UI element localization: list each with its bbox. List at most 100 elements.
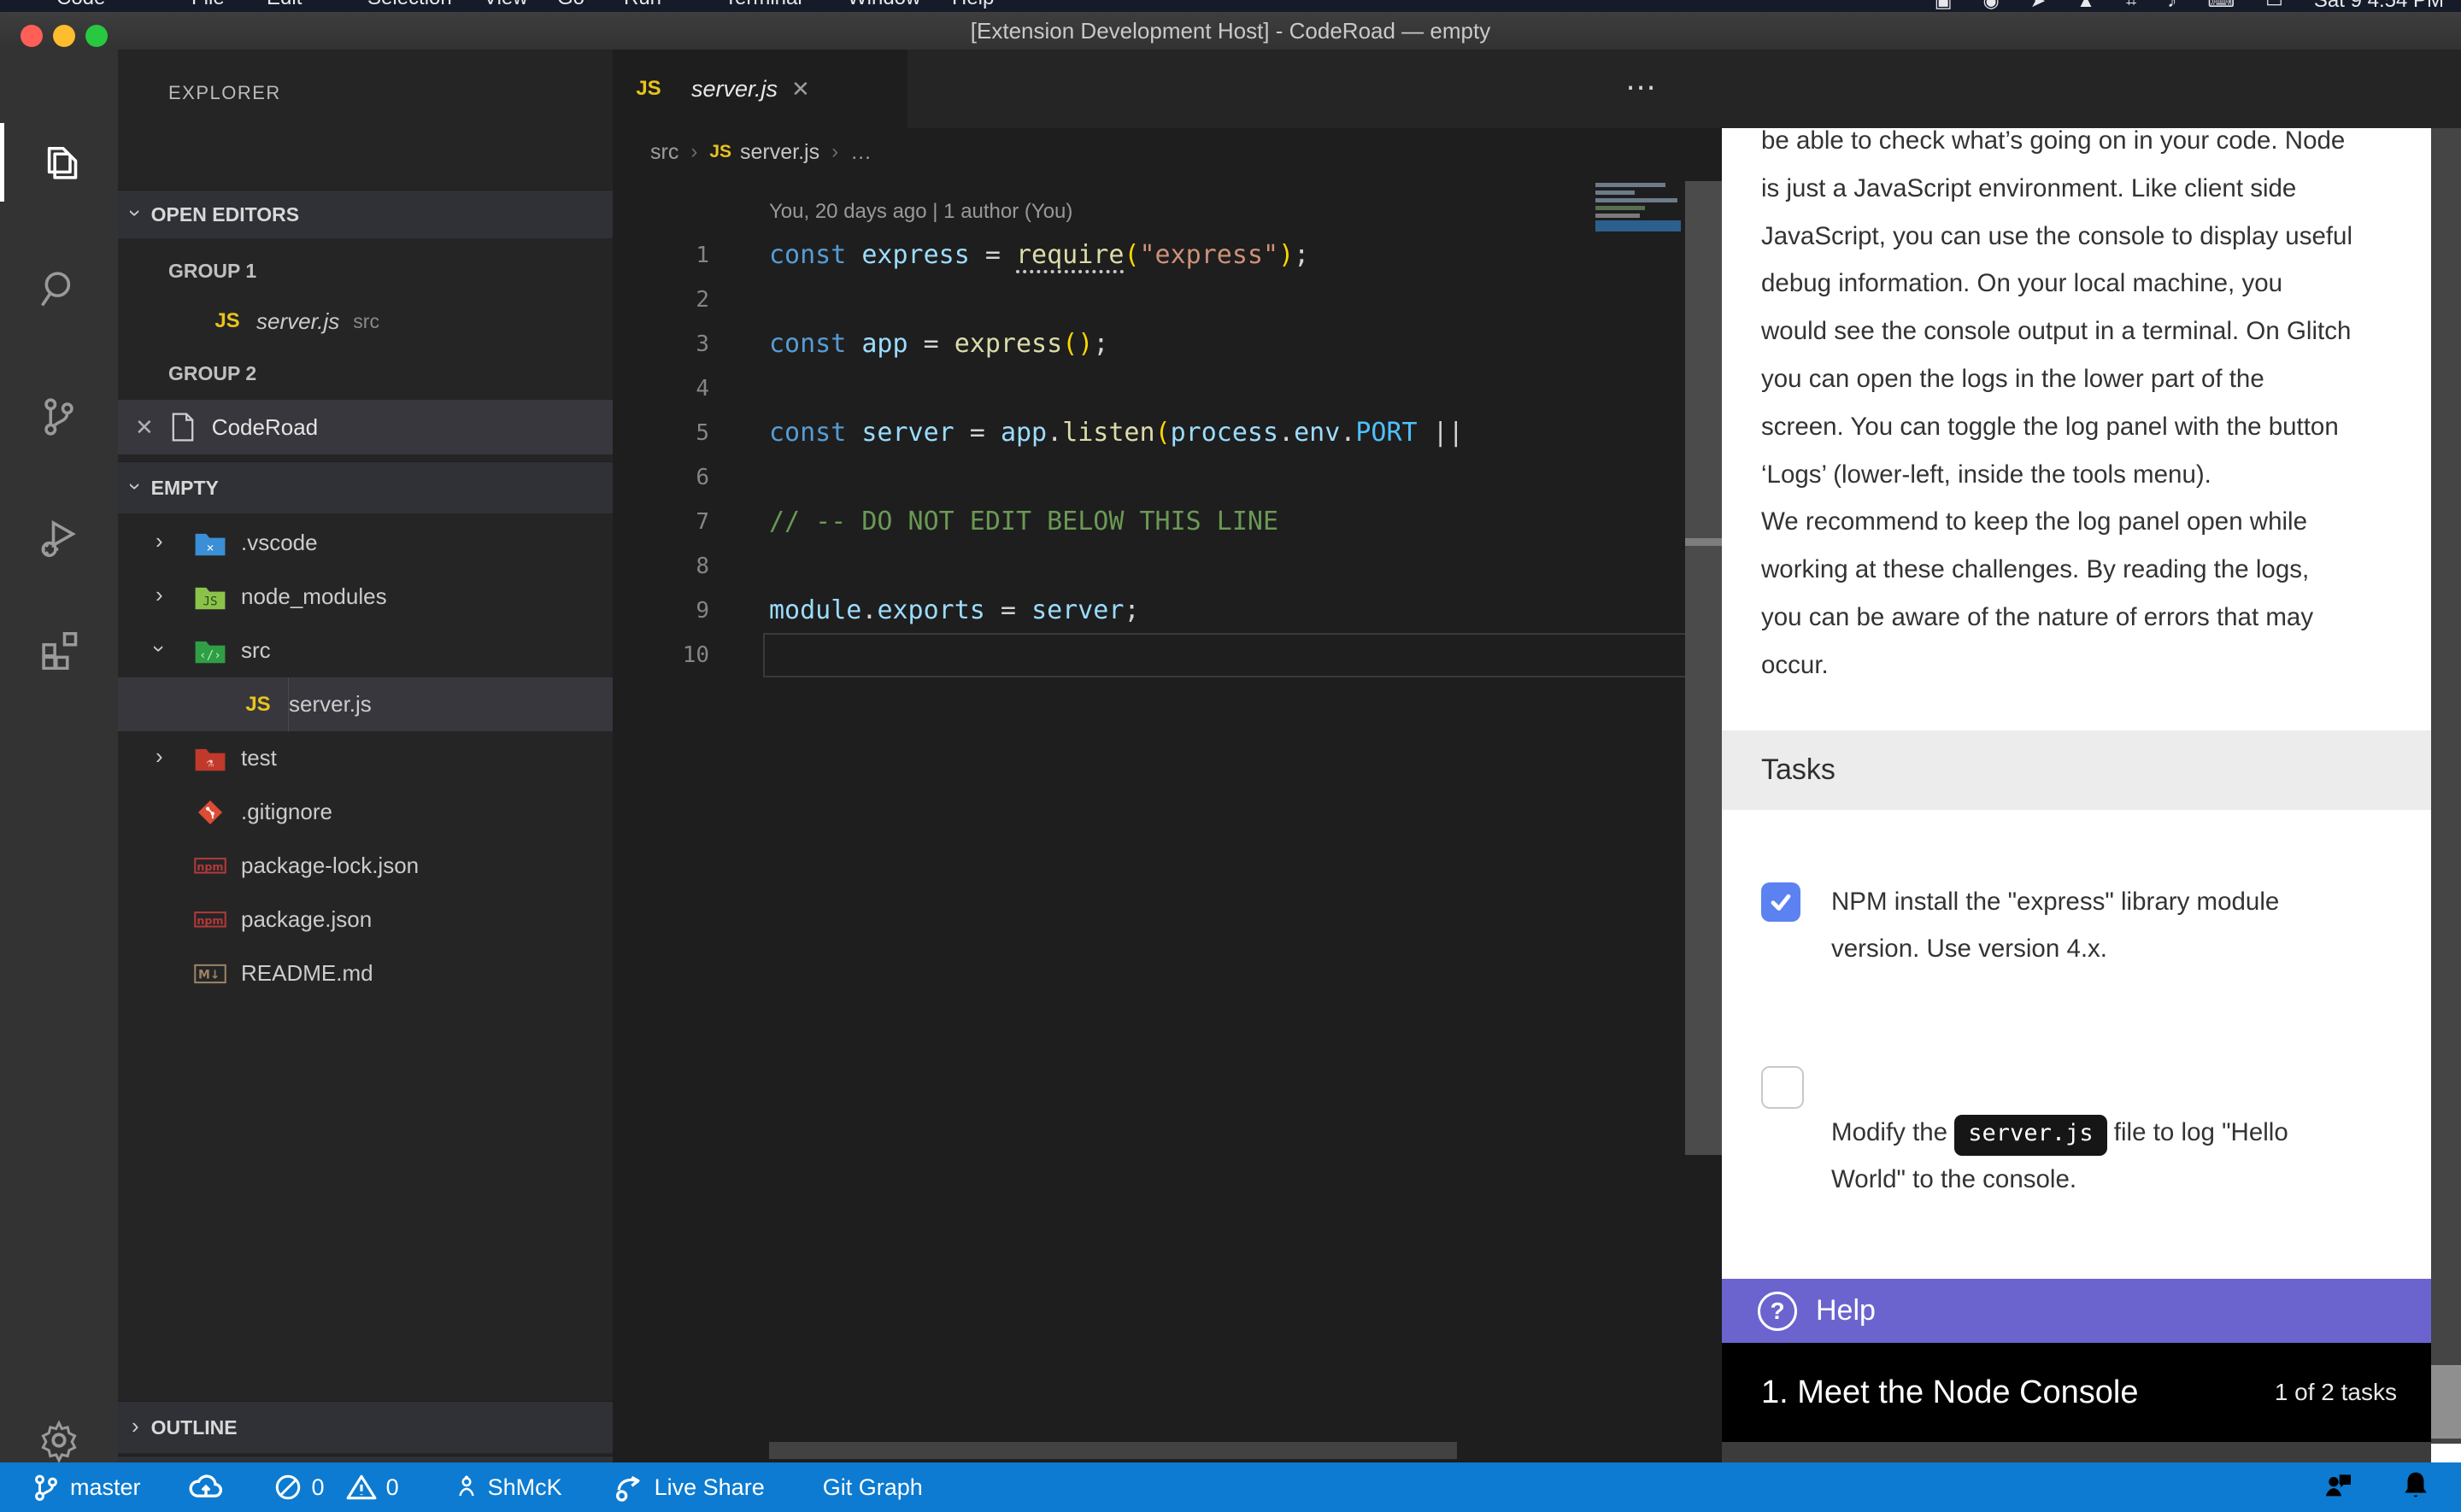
tasks-title: Tasks <box>1761 753 1835 787</box>
help-bar[interactable]: ? Help <box>1722 1279 2431 1343</box>
task2-checkbox[interactable] <box>1761 1066 1804 1109</box>
menubar-clock[interactable]: Sat 9 4:54 PM <box>2314 0 2444 12</box>
editor-actions-more-icon[interactable]: ⋯ <box>1625 50 1659 128</box>
breadcrumb-file[interactable]: server.js <box>740 140 819 165</box>
task1-checkbox[interactable] <box>1761 882 1800 922</box>
breadcrumb[interactable]: src › JS server.js › … <box>613 128 1685 176</box>
menubar-status-icon[interactable]: ⌗ <box>2126 0 2136 12</box>
editor-scrollbar[interactable] <box>1685 181 1722 1155</box>
code-line-6[interactable]: 6 <box>613 455 1685 500</box>
npm-scripts-section-header[interactable]: › NPM SCRIPTS <box>118 1456 613 1462</box>
node-file-icon: JS <box>193 580 227 614</box>
folder-section-header[interactable]: › EMPTY <box>118 461 613 513</box>
status-shmck[interactable]: ShMcK <box>454 1470 562 1504</box>
close-icon[interactable]: ✕ <box>135 414 154 441</box>
chevron-down-icon: › <box>122 483 149 490</box>
tree-item--vscode[interactable]: ›✕.vscode <box>118 516 613 570</box>
code-line-8[interactable]: 8 <box>613 544 1685 589</box>
tree-item-node-modules[interactable]: ›JSnode_modules <box>118 570 613 624</box>
npm-file-icon: npm <box>193 903 227 937</box>
status-cloud-upload[interactable] <box>187 1470 225 1504</box>
tree-item-label: package-lock.json <box>241 853 419 879</box>
window-title: [Extension Development Host] - CodeRoad … <box>0 12 2461 50</box>
menu-item-window[interactable]: Window <box>848 0 920 9</box>
outline-label: OUTLINE <box>151 1416 238 1439</box>
menu-item-edit[interactable]: Edit <box>267 0 302 9</box>
status-0[interactable]: 0 <box>345 1470 399 1504</box>
webview-scrollbar-thumb[interactable] <box>2431 1365 2461 1439</box>
outline-section-header[interactable]: › OUTLINE <box>118 1401 613 1453</box>
menu-item-file[interactable]: File <box>191 0 225 9</box>
code-line-4[interactable]: 4 <box>613 366 1685 411</box>
extensions-icon[interactable] <box>0 607 118 689</box>
code-line-7[interactable]: 7// -- DO NOT EDIT BELOW THIS LINE <box>613 500 1685 544</box>
menubar-status-icon[interactable]: ◉ <box>1983 0 2000 12</box>
menubar-status-icon[interactable]: ▲ <box>2076 0 2095 12</box>
code-editor[interactable]: You, 20 days ago | 1 author (You) 1const… <box>613 176 1685 1462</box>
open-editor-coderoad[interactable]: ✕ CodeRoad <box>118 400 613 454</box>
tree-item-label: README.md <box>241 960 373 987</box>
search-icon[interactable] <box>0 248 118 330</box>
bell-icon[interactable] <box>2399 1468 2432 1508</box>
open-editor-serverjs[interactable]: JS server.js src <box>118 296 613 347</box>
menubar-status-icon[interactable]: ▣ <box>1935 0 1953 12</box>
feedback-icon[interactable] <box>2321 1468 2355 1508</box>
line-number: 10 <box>613 633 709 677</box>
menubar-status-icon[interactable]: ⌨ <box>2207 0 2235 12</box>
run-debug-icon[interactable] <box>0 497 118 579</box>
menu-item-help[interactable]: Help <box>952 0 994 9</box>
tree-item-test[interactable]: ›⚗test <box>118 731 613 785</box>
tree-item-server-js[interactable]: JSserver.js <box>118 677 613 731</box>
status-git-graph[interactable]: Git Graph <box>814 1474 923 1501</box>
chevron-down-icon: › <box>146 645 173 653</box>
menubar-status-icon[interactable]: ♪ <box>2167 0 2176 12</box>
tree-item-package-json[interactable]: npmpackage.json <box>118 893 613 946</box>
codelens-annotation[interactable]: You, 20 days ago | 1 author (You) <box>769 200 1072 224</box>
close-icon[interactable]: ✕ <box>791 76 810 103</box>
chevron-right-icon: › <box>156 743 163 770</box>
menu-status-icons: ▣ ◉ ➤ ▲ ⌗ ♪ ⌨ ▭ Sat 9 4:54 PM <box>1935 0 2444 12</box>
menu-item-view[interactable]: View <box>484 0 528 9</box>
source-control-icon[interactable] <box>0 376 118 458</box>
coderoad-tab-zone <box>1722 50 2461 128</box>
code-line-3[interactable]: 3const app = express(); <box>613 322 1685 366</box>
minimap-slider[interactable] <box>1595 220 1681 231</box>
task2-text-pre: Modify the <box>1831 1118 1954 1146</box>
menu-item-code[interactable]: Code <box>56 0 105 9</box>
webview-scrollbar[interactable] <box>2431 128 2461 1444</box>
panel-bottom-strip <box>1722 1442 2431 1462</box>
horizontal-scrollbar[interactable] <box>769 1442 1457 1459</box>
menubar-status-icon[interactable]: ➤ <box>2030 0 2046 12</box>
status-master[interactable]: master <box>31 1470 141 1504</box>
js-file-icon: JS <box>241 688 275 722</box>
tree-item-src[interactable]: ›‹/›src <box>118 624 613 677</box>
menu-item-go[interactable]: Go <box>557 0 584 9</box>
line-number: 4 <box>613 366 709 411</box>
open-editors-header[interactable]: › OPEN EDITORS <box>118 190 613 238</box>
tree-item-label: src <box>241 637 271 664</box>
tree-item-readme-md[interactable]: M↓README.md <box>118 946 613 1000</box>
code-line-1[interactable]: 1const express = require("express"); <box>613 233 1685 278</box>
menubar-status-icon[interactable]: ▭ <box>2265 0 2283 12</box>
tree-item-package-lock-json[interactable]: npmpackage-lock.json <box>118 839 613 893</box>
tree-item--gitignore[interactable]: .gitignore <box>118 785 613 839</box>
chevron-right-icon: › <box>690 140 697 164</box>
breadcrumb-tail[interactable]: … <box>850 140 872 165</box>
git-file-icon <box>193 795 227 829</box>
status-0[interactable]: 0 <box>273 1470 325 1504</box>
menu-item-terminal[interactable]: Terminal <box>725 0 802 9</box>
folder-section-label: EMPTY <box>151 477 219 500</box>
sidebar-title: EXPLORER <box>168 82 281 104</box>
lesson-title: 1. Meet the Node Console <box>1761 1374 2139 1411</box>
code-line-5[interactable]: 5const server = app.listen(process.env.P… <box>613 411 1685 455</box>
menu-item-selection[interactable]: Selection <box>367 0 452 9</box>
tab-serverjs[interactable]: JS server.js ✕ <box>613 50 907 128</box>
current-line-highlight <box>763 633 1685 677</box>
breadcrumb-root[interactable]: src <box>650 140 678 165</box>
lesson-title-bar[interactable]: 1. Meet the Node Console 1 of 2 tasks <box>1722 1343 2431 1442</box>
code-line-9[interactable]: 9module.exports = server; <box>613 589 1685 633</box>
status-live-share[interactable]: Live Share <box>612 1469 765 1505</box>
explorer-icon[interactable] <box>0 121 118 203</box>
menu-item-run[interactable]: Run <box>624 0 661 9</box>
code-line-2[interactable]: 2 <box>613 278 1685 322</box>
